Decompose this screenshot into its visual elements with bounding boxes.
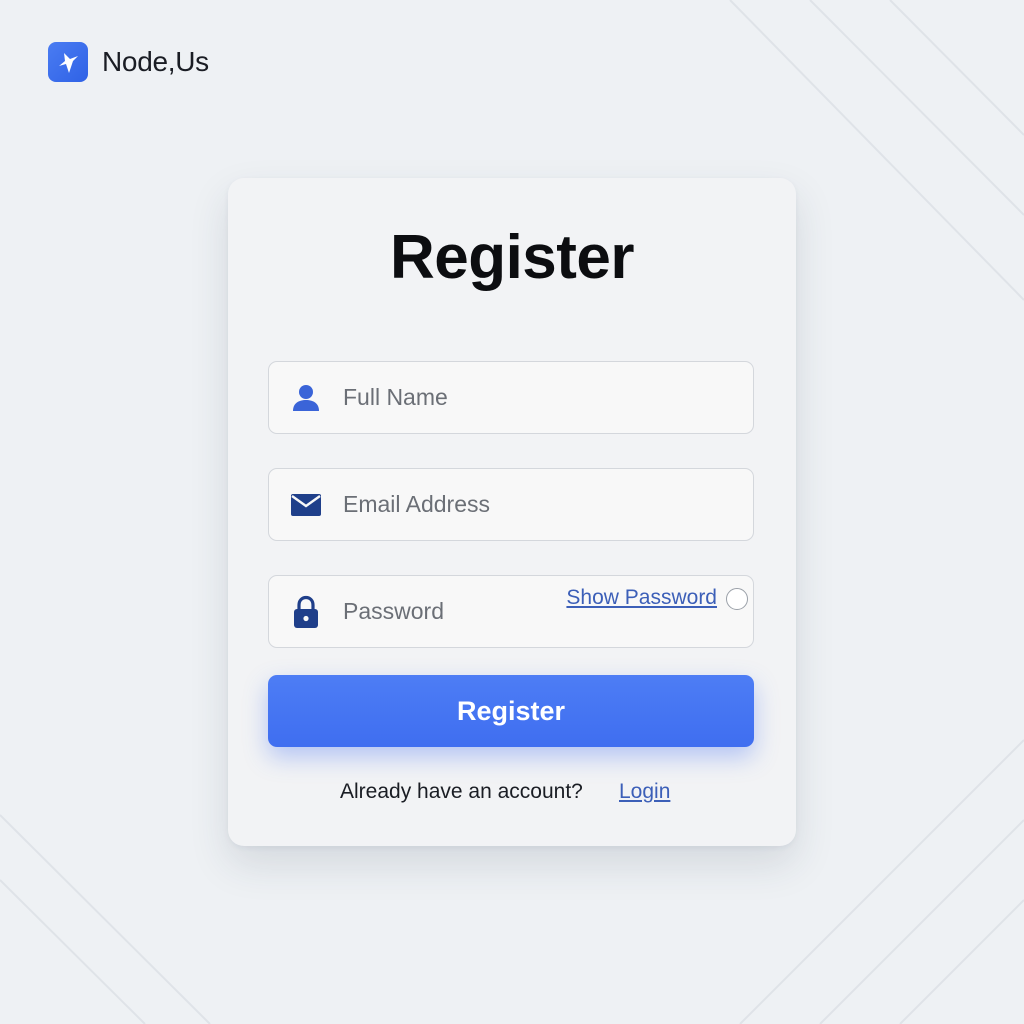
show-password-link[interactable]: Show Password xyxy=(566,586,717,610)
show-password-toggle[interactable] xyxy=(726,588,748,610)
brand-logo-icon xyxy=(48,42,88,82)
full-name-input[interactable] xyxy=(343,362,623,433)
login-link[interactable]: Login xyxy=(619,780,670,804)
register-button[interactable]: Register xyxy=(268,675,754,747)
login-prompt: Already have an account? xyxy=(340,780,583,803)
lock-icon xyxy=(289,595,323,629)
brand-name: Node,Us xyxy=(102,46,209,77)
email-input[interactable] xyxy=(343,469,623,540)
user-icon xyxy=(289,381,323,415)
page-title: Register xyxy=(389,223,635,292)
brand[interactable]: Node,Us xyxy=(48,42,209,82)
full-name-field[interactable] xyxy=(268,361,754,434)
envelope-icon xyxy=(289,488,323,522)
email-field[interactable] xyxy=(268,468,754,541)
password-field[interactable]: Show Password xyxy=(268,575,754,648)
